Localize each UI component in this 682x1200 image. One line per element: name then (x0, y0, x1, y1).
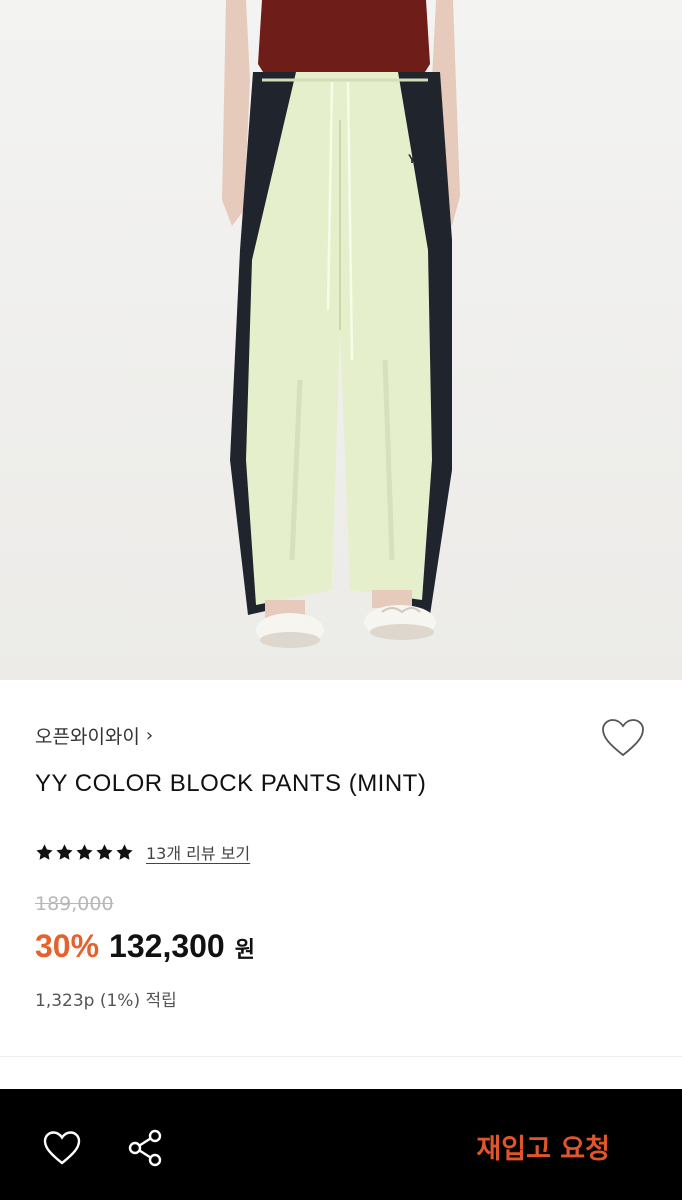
star-icon (76, 843, 93, 860)
heart-icon (602, 719, 644, 757)
reward-points: 1,323p (1%) 적립 (35, 991, 177, 1011)
share-button[interactable] (127, 1128, 165, 1168)
star-icon (56, 843, 73, 860)
share-icon (128, 1129, 162, 1167)
product-title: YY COLOR BLOCK PANTS (MINT) (35, 770, 427, 797)
original-price: 189,000 (35, 893, 114, 915)
bottom-wishlist-button[interactable] (43, 1130, 81, 1166)
restock-request-button[interactable]: 재입고 요청 (476, 1127, 610, 1166)
heart-icon (43, 1131, 81, 1165)
star-icon (116, 843, 133, 860)
star-icon (36, 843, 53, 860)
price-row: 30% 132,300 원 (35, 928, 255, 965)
product-image: YY (0, 0, 682, 680)
discount-rate: 30% (35, 928, 100, 964)
brand-link[interactable]: 오픈와이와이 › (35, 722, 153, 749)
rating-row: 13개 리뷰 보기 (35, 840, 250, 864)
review-link[interactable]: 13개 리뷰 보기 (146, 840, 250, 864)
star-icon (96, 843, 113, 860)
currency-unit: 원 (234, 938, 255, 963)
chevron-right-icon: › (145, 725, 154, 746)
star-rating (35, 843, 134, 862)
sale-price: 132,300 (109, 928, 225, 964)
brand-name: 오픈와이와이 (35, 726, 140, 748)
wishlist-button[interactable] (601, 718, 645, 758)
divider (0, 1056, 682, 1057)
logo-text: YY (408, 152, 424, 166)
